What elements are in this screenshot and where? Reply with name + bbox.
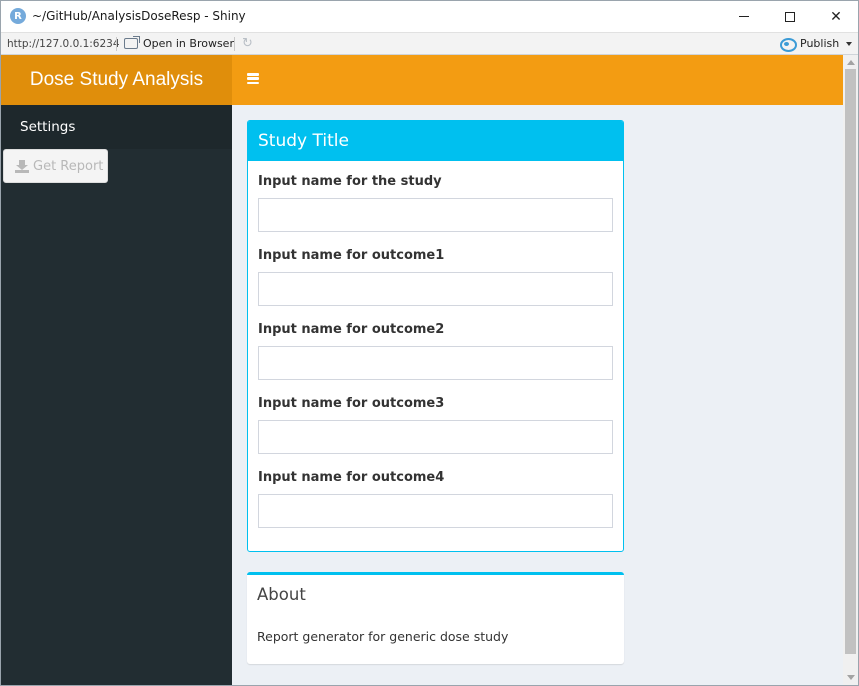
- address-bar: http://127.0.0.1:6234 Open in Browser ↻ …: [1, 32, 858, 55]
- get-report-label: Get Report: [33, 158, 104, 174]
- publish-dropdown-icon[interactable]: [846, 42, 852, 46]
- study-name-label: Input name for the study: [258, 174, 442, 189]
- scroll-up-icon[interactable]: [847, 60, 855, 65]
- study-name-input[interactable]: [258, 198, 613, 232]
- top-navbar: [232, 55, 843, 105]
- outcome2-label: Input name for outcome2: [258, 322, 445, 337]
- toolbar-divider: [116, 37, 117, 51]
- about-text: Report generator for generic dose study: [257, 629, 509, 644]
- get-report-button[interactable]: Get Report: [3, 149, 108, 183]
- vertical-scrollbar[interactable]: [843, 55, 858, 685]
- publish-icon: [780, 37, 797, 52]
- maximize-button[interactable]: [767, 1, 813, 32]
- close-icon: ✕: [830, 8, 842, 25]
- outcome1-input[interactable]: [258, 272, 613, 306]
- open-browser-icon: [124, 36, 140, 49]
- outcome2-field: Input name for outcome2: [258, 322, 613, 380]
- outcome3-field: Input name for outcome3: [258, 396, 613, 454]
- study-box-title: Study Title: [248, 121, 623, 161]
- maximize-icon: [785, 11, 795, 22]
- app-logo[interactable]: Dose Study Analysis: [1, 55, 232, 105]
- toolbar-divider: [234, 37, 235, 51]
- open-in-browser-button[interactable]: Open in Browser: [124, 36, 234, 50]
- outcome4-input[interactable]: [258, 494, 613, 528]
- minimize-icon: [739, 16, 749, 17]
- url-text: http://127.0.0.1:6234: [7, 38, 120, 50]
- study-title-box: Study Title Input name for the study Inp…: [247, 120, 624, 552]
- title-bar: R ~/GitHub/AnalysisDoseResp - Shiny ✕: [1, 1, 858, 32]
- publish-button[interactable]: Publish: [780, 37, 840, 52]
- outcome2-input[interactable]: [258, 346, 613, 380]
- scroll-down-icon[interactable]: [847, 675, 855, 680]
- window-title: ~/GitHub/AnalysisDoseResp - Shiny: [32, 9, 246, 23]
- minimize-button[interactable]: [721, 1, 767, 32]
- sidebar: Settings Get Report: [1, 105, 232, 685]
- outcome1-label: Input name for outcome1: [258, 248, 445, 263]
- app-window: R ~/GitHub/AnalysisDoseResp - Shiny ✕ ht…: [0, 0, 859, 686]
- about-box: About Report generator for generic dose …: [247, 572, 624, 664]
- study-name-field: Input name for the study: [258, 174, 613, 232]
- outcome1-field: Input name for outcome1: [258, 248, 613, 306]
- download-icon: [15, 159, 29, 173]
- publish-label: Publish: [800, 37, 840, 50]
- about-title: About: [257, 585, 306, 604]
- scroll-thumb[interactable]: [845, 69, 856, 654]
- r-logo-icon: R: [10, 8, 26, 24]
- outcome4-field: Input name for outcome4: [258, 470, 613, 528]
- app-content: Dose Study Analysis Settings Get Report …: [1, 55, 843, 685]
- close-button[interactable]: ✕: [813, 1, 858, 32]
- outcome4-label: Input name for outcome4: [258, 470, 445, 485]
- outcome3-input[interactable]: [258, 420, 613, 454]
- open-in-browser-label: Open in Browser: [143, 37, 234, 50]
- refresh-icon[interactable]: ↻: [242, 36, 253, 51]
- sidebar-item-settings[interactable]: Settings: [1, 105, 232, 149]
- hamburger-icon[interactable]: [247, 73, 259, 84]
- outcome3-label: Input name for outcome3: [258, 396, 445, 411]
